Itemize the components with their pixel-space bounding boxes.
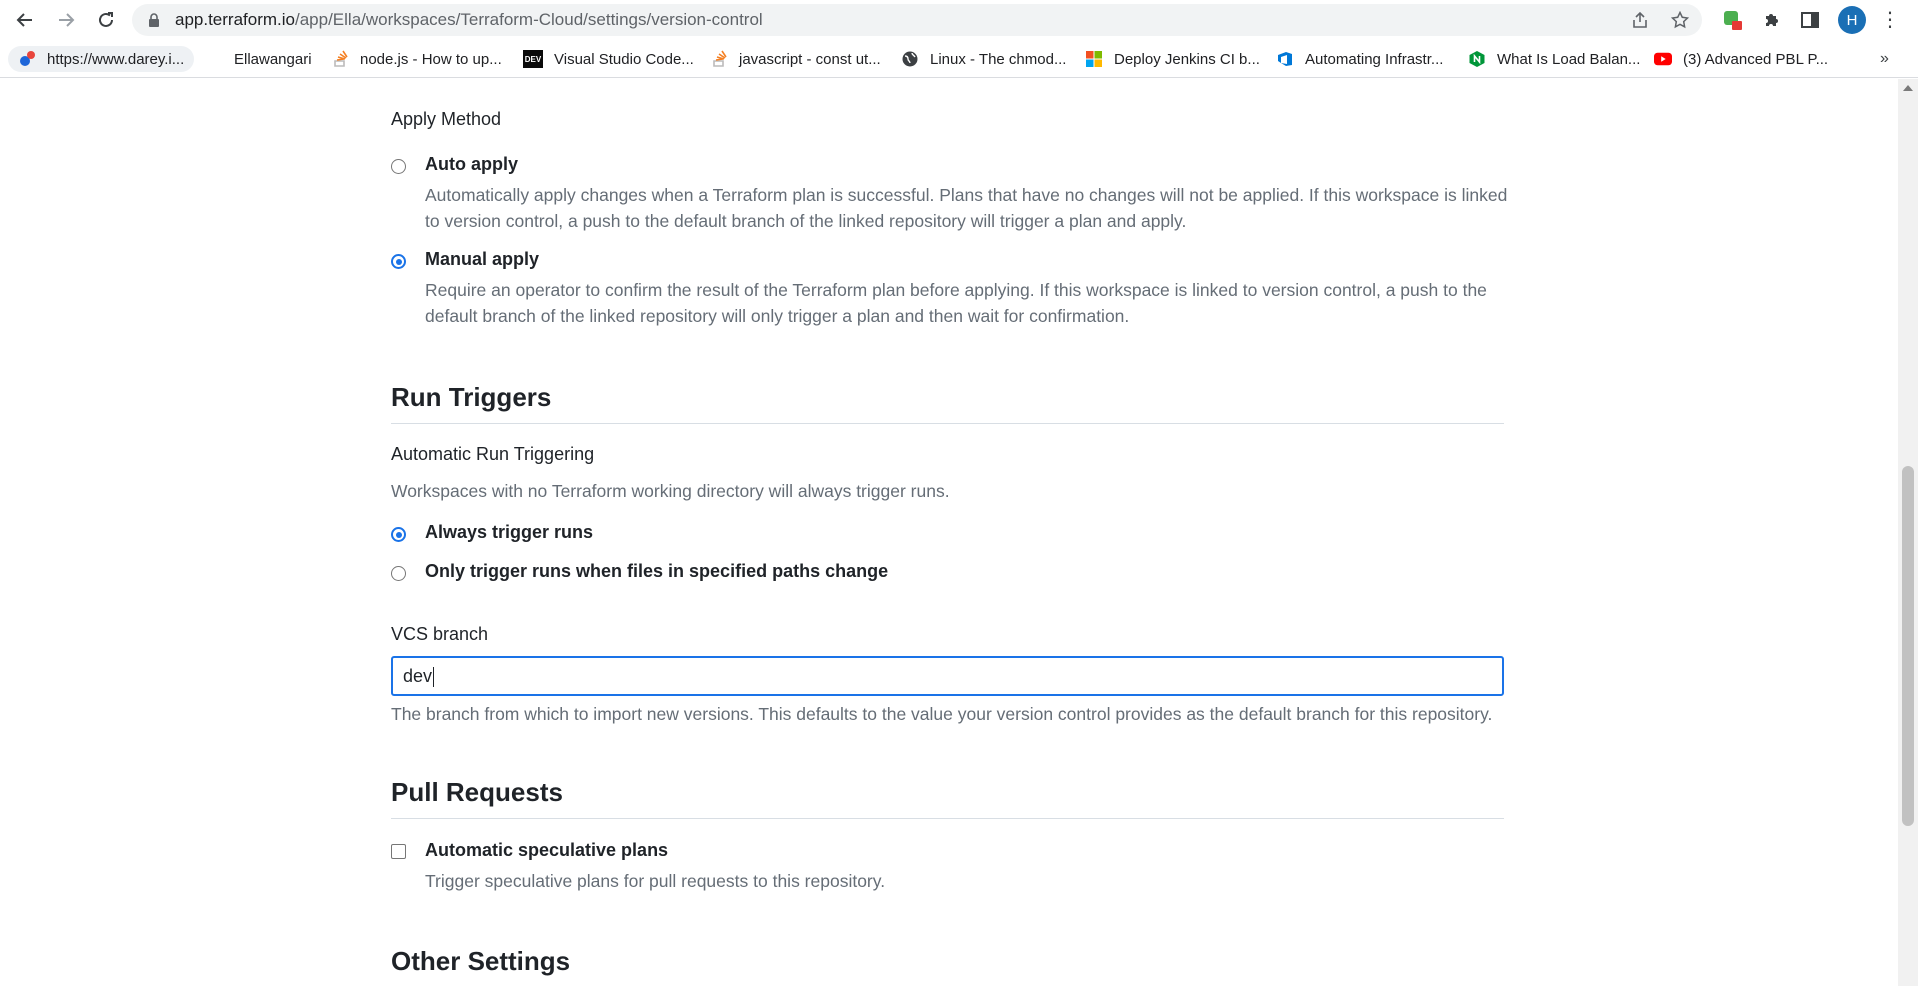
section-divider	[391, 423, 1504, 424]
extension-badge-icon[interactable]	[1720, 8, 1744, 32]
vcs-branch-input[interactable]: dev	[391, 656, 1504, 696]
manual-apply-radio[interactable]	[391, 254, 406, 269]
azure-devops-icon	[1276, 50, 1294, 68]
darey-icon	[18, 50, 36, 68]
auto-apply-radio[interactable]	[391, 159, 406, 174]
forward-icon[interactable]	[52, 6, 80, 34]
nginx-icon	[1468, 50, 1486, 68]
bookmark-nodejs[interactable]: node.js - How to up...	[331, 46, 502, 72]
always-trigger-runs-radio[interactable]	[391, 527, 406, 542]
youtube-icon	[1654, 50, 1672, 68]
bookmark-ellawangari[interactable]: Ellawangari	[234, 46, 312, 72]
bookmark-vscode[interactable]: DEV Visual Studio Code...	[523, 46, 694, 72]
bookmark-javascript[interactable]: javascript - const ut...	[710, 46, 881, 72]
bookmark-load-balancer[interactable]: What Is Load Balan...	[1468, 46, 1640, 72]
settings-page: Apply Method Auto apply Automatically ap…	[0, 79, 1898, 986]
pull-requests-heading: Pull Requests	[391, 777, 563, 807]
page-scrollbar[interactable]	[1898, 79, 1918, 986]
dev-icon: DEV	[523, 50, 543, 68]
speculative-plans-description: Trigger speculative plans for pull reque…	[425, 871, 886, 891]
share-icon[interactable]	[1630, 10, 1650, 30]
run-triggers-heading: Run Triggers	[391, 382, 552, 412]
manual-apply-description: Require an operator to confirm the resul…	[425, 280, 1487, 326]
section-divider	[391, 818, 1504, 819]
side-panel-icon[interactable]	[1798, 8, 1822, 32]
scroll-up-icon[interactable]	[1903, 85, 1913, 91]
apply-method-label: Apply Method	[391, 109, 502, 129]
bookmark-deploy-jenkins[interactable]: Deploy Jenkins CI b...	[1085, 46, 1260, 72]
globe-icon	[901, 50, 919, 68]
scrollbar-thumb[interactable]	[1902, 466, 1914, 826]
manual-apply-label[interactable]: Manual apply	[425, 249, 539, 270]
address-bar[interactable]: app.terraform.io/app/Ella/workspaces/Ter…	[132, 4, 1702, 36]
trigger-on-paths-radio[interactable]	[391, 566, 406, 581]
browser-toolbar: app.terraform.io/app/Ella/workspaces/Ter…	[0, 0, 1918, 40]
vcs-branch-label: VCS branch	[391, 624, 489, 644]
bookmark-linux-chmod[interactable]: Linux - The chmod...	[901, 46, 1066, 72]
other-settings-heading: Other Settings	[391, 946, 571, 976]
text-caret	[433, 667, 435, 688]
extensions-puzzle-icon[interactable]	[1760, 8, 1784, 32]
always-trigger-runs-label[interactable]: Always trigger runs	[425, 522, 593, 543]
automatic-run-triggering-description: Workspaces with no Terraform working dir…	[391, 481, 950, 501]
trigger-on-paths-label[interactable]: Only trigger runs when files in specifie…	[425, 561, 888, 582]
lock-icon	[148, 13, 160, 27]
vcs-branch-value: dev	[403, 666, 433, 686]
speculative-plans-checkbox[interactable]	[391, 844, 406, 859]
bookmark-darey[interactable]: https://www.darey.i...	[8, 46, 195, 72]
speculative-plans-label[interactable]: Automatic speculative plans	[425, 840, 668, 861]
chevron-more-icon[interactable]: »	[1880, 50, 1889, 68]
auto-apply-label[interactable]: Auto apply	[425, 154, 518, 175]
url-text: app.terraform.io/app/Ella/workspaces/Ter…	[175, 10, 763, 29]
back-icon[interactable]	[11, 6, 39, 34]
bookmarks-bar: https://www.darey.i... Ellawangari node.…	[0, 40, 1918, 78]
microsoft-icon	[1085, 50, 1103, 68]
bookmark-automating-infra[interactable]: Automating Infrastr...	[1276, 46, 1443, 72]
profile-avatar[interactable]: H	[1838, 6, 1866, 34]
vcs-branch-help: The branch from which to import new vers…	[391, 704, 1493, 724]
bookmark-advanced-pbl[interactable]: (3) Advanced PBL P...	[1654, 46, 1828, 72]
auto-apply-description: Automatically apply changes when a Terra…	[425, 185, 1508, 231]
stackoverflow-icon	[331, 50, 349, 68]
automatic-run-triggering-label: Automatic Run Triggering	[391, 444, 595, 464]
browser-menu-icon[interactable]: ⋮	[1880, 8, 1900, 32]
stackoverflow-icon	[710, 50, 728, 68]
reload-icon[interactable]	[92, 6, 120, 34]
bookmark-star-icon[interactable]	[1670, 10, 1690, 30]
